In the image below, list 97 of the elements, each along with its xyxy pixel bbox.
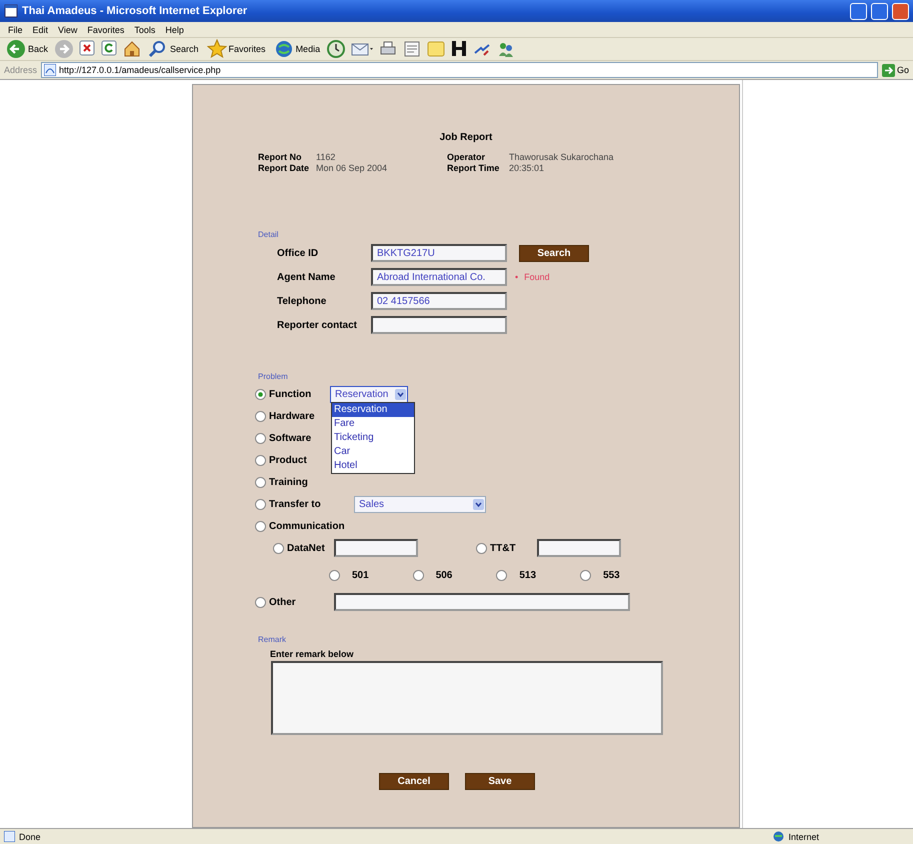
section-legend: Problem: [258, 372, 739, 381]
option-label: Training: [269, 476, 308, 488]
option-label: Communication: [269, 520, 345, 532]
field-label: Office ID: [277, 248, 320, 258]
dropdown-option[interactable]: Fare: [332, 417, 414, 431]
go-button[interactable]: Go: [882, 64, 909, 76]
window-icon[interactable]: [4, 4, 18, 18]
option-label: Function: [269, 388, 312, 400]
radio-button[interactable]: [255, 410, 266, 422]
bullet-icon: •: [515, 272, 518, 282]
caret-icon: [395, 388, 406, 400]
arrow-icon: [882, 64, 895, 76]
option-label: Software: [269, 432, 312, 444]
field-label: Agent Name: [277, 272, 336, 282]
field-value: 1162: [316, 152, 336, 162]
menu-item[interactable]: Tools: [134, 24, 156, 34]
section-legend: Detail: [258, 230, 739, 239]
dropdown-option[interactable]: Reservation: [332, 403, 414, 417]
radio-button[interactable]: [255, 596, 266, 608]
input-field[interactable]: [334, 539, 418, 557]
field-label: Report No: [258, 152, 302, 162]
menu-item[interactable]: File: [8, 24, 23, 34]
status-text: Found: [524, 272, 550, 282]
globe-icon: [274, 39, 294, 59]
window-title: Thai Amadeus - Microsoft Internet Explorer: [22, 5, 248, 17]
radio-button[interactable]: [412, 570, 424, 580]
toolbar-button[interactable]: Search: [146, 38, 201, 60]
radio-button[interactable]: [255, 454, 266, 466]
field-label: Enter remark below: [270, 649, 355, 659]
input-field[interactable]: Abroad International Co.: [371, 268, 507, 286]
form-title: Job Report: [438, 132, 494, 143]
radio-button[interactable]: [580, 570, 592, 580]
toolbar-button[interactable]: Media: [272, 38, 322, 60]
input-field[interactable]: [371, 316, 507, 334]
globe-icon: [773, 831, 784, 842]
maximize-button[interactable]: [871, 2, 888, 20]
menu-item[interactable]: Favorites: [87, 24, 124, 34]
menu-item[interactable]: Help: [165, 24, 184, 34]
document-icon[interactable]: [402, 39, 422, 59]
radio-button[interactable]: [255, 388, 266, 400]
radio-button[interactable]: [273, 542, 284, 554]
close-button[interactable]: [892, 2, 909, 20]
radio-button[interactable]: [476, 542, 487, 554]
search-button[interactable]: Search: [519, 244, 589, 262]
dropdown-option[interactable]: Ticketing: [332, 431, 414, 445]
star-icon: [206, 39, 227, 59]
remark-field[interactable]: [271, 661, 663, 735]
option-label: 506: [436, 570, 452, 580]
radio-button[interactable]: [496, 570, 508, 580]
radio-button[interactable]: [255, 476, 266, 488]
input-field[interactable]: BKKTG217U: [371, 244, 507, 262]
zone-text: Internet: [788, 832, 819, 842]
field-value: Thaworusak Sukarochana: [509, 152, 615, 162]
toolbar-button[interactable]: Favorites: [204, 38, 268, 60]
input-field[interactable]: 02 4157566: [371, 292, 507, 310]
letter-h-icon[interactable]: [450, 39, 468, 59]
field-value: 20:35:01: [509, 163, 546, 173]
house-icon[interactable]: [122, 39, 142, 59]
option-label: Other: [269, 596, 297, 608]
page-icon: [44, 64, 56, 76]
option-label: 553: [603, 570, 620, 580]
form-button[interactable]: Save: [465, 773, 535, 790]
field-label: Report Time: [447, 163, 500, 173]
radio-button[interactable]: [255, 432, 266, 444]
clock-icon[interactable]: [326, 39, 346, 59]
minimize-button[interactable]: [850, 2, 867, 20]
status-text: Done: [19, 832, 41, 842]
field-label: Telephone: [277, 296, 328, 306]
dropdown-select[interactable]: Sales: [354, 496, 486, 512]
dropdown-select[interactable]: Reservation: [330, 386, 408, 402]
menu-item[interactable]: View: [58, 24, 78, 34]
dropdown-option[interactable]: Hotel: [332, 459, 414, 473]
page-icon: [4, 831, 15, 842]
section-legend: Remark: [258, 635, 739, 644]
radio-button[interactable]: [255, 498, 266, 510]
caret-icon: [473, 498, 484, 510]
input-field[interactable]: [537, 539, 621, 557]
form-button[interactable]: Cancel: [379, 773, 449, 790]
radio-button[interactable]: [255, 520, 266, 532]
radio-button[interactable]: [329, 570, 340, 580]
option-label: DataNet: [287, 542, 326, 554]
field-value: Mon 06 Sep 2004: [316, 163, 388, 173]
dropdown-option[interactable]: Car: [332, 445, 414, 459]
option-label: TT&T: [490, 542, 517, 554]
option-label: Hardware: [269, 410, 315, 422]
field-label: Reporter contact: [277, 320, 358, 330]
option-label: Product: [269, 454, 307, 466]
field-label: Report Date: [258, 163, 310, 173]
address-label: Address: [4, 65, 38, 75]
menu-item[interactable]: Edit: [32, 24, 48, 34]
field-label: Operator: [447, 152, 486, 162]
option-label: Transfer to: [269, 498, 322, 510]
address-field[interactable]: http://127.0.0.1/amadeus/callservice.php: [41, 62, 878, 78]
toolbar-button[interactable]: Back: [4, 38, 50, 60]
option-label: 513: [519, 570, 536, 580]
option-label: 501: [352, 570, 369, 580]
input-field[interactable]: [334, 593, 630, 611]
